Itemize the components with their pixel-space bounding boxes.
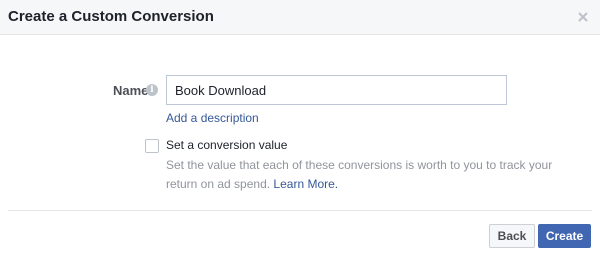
conversion-value-help: Set the value that each of these convers…	[166, 156, 566, 194]
add-description-link[interactable]: Add a description	[166, 111, 259, 125]
back-button[interactable]: Back	[489, 224, 535, 248]
custom-conversion-dialog: Create a Custom Conversion Name i Add a …	[0, 0, 600, 257]
info-icon[interactable]: i	[146, 84, 158, 96]
footer-divider	[8, 210, 592, 211]
dialog-header: Create a Custom Conversion	[0, 0, 600, 35]
learn-more-link[interactable]: Learn More.	[273, 177, 338, 191]
conversion-value-checkbox[interactable]	[145, 139, 159, 153]
help-text: Set the value that each of these convers…	[166, 158, 553, 191]
name-label: Name	[113, 83, 149, 98]
close-icon[interactable]	[576, 10, 590, 24]
name-input[interactable]	[166, 75, 507, 105]
dialog-title: Create a Custom Conversion	[8, 8, 214, 25]
create-button[interactable]: Create	[538, 224, 591, 248]
conversion-value-label[interactable]: Set a conversion value	[166, 138, 287, 152]
